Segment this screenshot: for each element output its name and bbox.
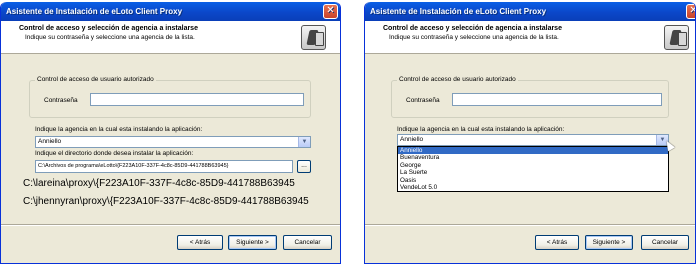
next-button[interactable]: Siguiente > [228, 235, 277, 250]
back-button[interactable]: < Atrás [535, 235, 579, 250]
overlay-path-jhennyran: C:\jhennyran\proxy\{F223A10F-337F-4c8c-8… [23, 196, 309, 207]
window-title: Asistente de Instalación de eLoto Client… [6, 7, 183, 16]
directory-label: Indique el directorio donde desea instal… [35, 150, 194, 157]
password-label: Contraseña [44, 97, 78, 104]
password-label: Contraseña [406, 97, 440, 104]
agency-dropdown-list: Anniello Buenaventura George La Suerte O… [397, 146, 669, 193]
title-bar[interactable]: Asistente de Instalación de eLoto Client… [1, 2, 340, 21]
cancel-button[interactable]: Cancelar [283, 235, 332, 250]
next-button[interactable]: Siguiente > [585, 235, 633, 250]
agency-option[interactable]: VendeLot 5.0 [398, 184, 668, 191]
agency-label: Indique la agencia en la cual esta insta… [35, 126, 203, 133]
directory-input[interactable]: C:\Archivos de programa\eLotto\{F223A10F… [35, 160, 293, 173]
installer-window-left: Asistente de Instalación de eLoto Client… [0, 2, 341, 264]
header-subtitle: Indique su contraseña y seleccione una a… [389, 34, 559, 41]
agency-option[interactable]: George [398, 162, 668, 169]
close-icon[interactable]: ✕ [686, 4, 695, 19]
agency-label: Indique la agencia en la cual esta insta… [397, 126, 565, 133]
header-title: Control de acceso y selección de agencia… [19, 25, 198, 32]
overlay-path-lareina: C:\lareina\proxy\{F223A10F-337F-4c8c-85D… [23, 178, 295, 189]
wizard-header: Control de acceso y selección de agencia… [1, 21, 340, 54]
agency-selected-value: Anniello [38, 138, 62, 145]
auth-group-legend: Control de acceso de usuario autorizado [35, 76, 156, 83]
footer-divider [365, 224, 695, 226]
agency-select[interactable]: Anniello ▼ [35, 136, 311, 148]
agency-select[interactable]: Anniello ▼ [397, 134, 669, 146]
auth-group-legend: Control de acceso de usuario autorizado [397, 76, 518, 83]
wizard-icon [664, 25, 689, 50]
footer-divider [1, 224, 340, 226]
header-title: Control de acceso y selección de agencia… [383, 25, 562, 32]
header-subtitle: Indique su contraseña y seleccione una a… [25, 34, 195, 41]
browse-button[interactable]: ... [297, 160, 311, 173]
title-bar[interactable]: Asistente de Instalación de eLoto Client… [365, 2, 695, 21]
password-field[interactable] [452, 93, 662, 106]
password-field[interactable] [90, 93, 304, 106]
agency-option[interactable]: La Suerte [398, 169, 668, 176]
wizard-header: Control de acceso y selección de agencia… [365, 21, 695, 54]
close-icon[interactable]: ✕ [323, 4, 338, 19]
cancel-button[interactable]: Cancelar [641, 235, 689, 250]
agency-option[interactable]: Buenaventura [398, 154, 668, 161]
dropdown-arrow-icon[interactable]: ▼ [298, 137, 310, 147]
window-title: Asistente de Instalación de eLoto Client… [370, 7, 547, 16]
installer-window-right: Asistente de Instalación de eLoto Client… [364, 2, 696, 264]
agency-option[interactable]: Anniello [398, 147, 668, 155]
agency-selected-value: Anniello [400, 136, 424, 143]
agency-option[interactable]: Oasis [398, 177, 668, 184]
wizard-icon [301, 25, 326, 50]
back-button[interactable]: < Atrás [177, 235, 223, 250]
auth-group: Control de acceso de usuario autorizado … [29, 76, 311, 118]
auth-group: Control de acceso de usuario autorizado … [391, 76, 669, 118]
